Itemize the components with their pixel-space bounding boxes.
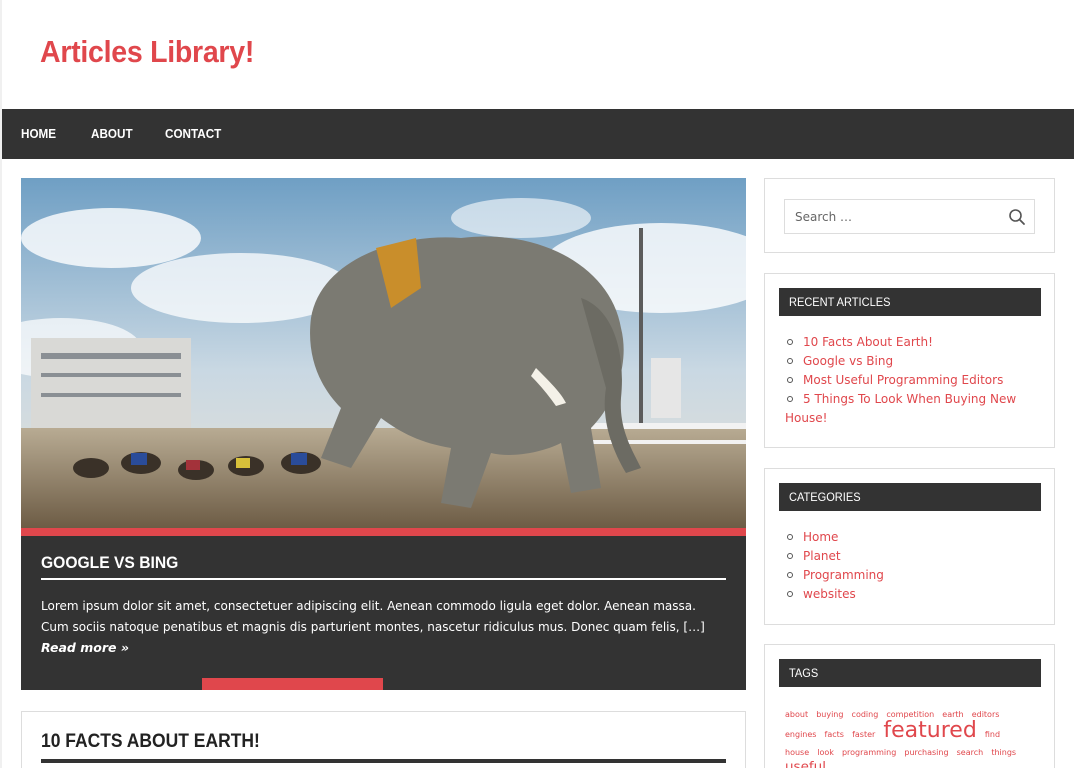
page: Articles Library! HOME ABOUT CONTACT GOO… xyxy=(2,0,1074,768)
recent-article-link[interactable]: 10 Facts About Earth! xyxy=(803,335,933,349)
recent-articles-title: RECENT ARTICLES xyxy=(789,295,891,309)
categories-title: CATEGORIES xyxy=(789,490,861,504)
nav-about[interactable]: ABOUT xyxy=(91,126,133,141)
tag-link[interactable]: engines xyxy=(785,731,816,739)
recent-article-link[interactable]: Google vs Bing xyxy=(803,354,893,368)
post-card: 10 FACTS ABOUT EARTH! xyxy=(21,711,746,768)
site-header: Articles Library! xyxy=(2,0,1074,109)
tags-widget: TAGS about buying coding competition ear… xyxy=(764,644,1055,768)
list-item: 5 Things To Look When Buying New House! xyxy=(785,390,1035,428)
tag-link[interactable]: things xyxy=(991,749,1016,757)
tag-link[interactable]: featured xyxy=(883,720,976,742)
tag-link[interactable]: useful xyxy=(785,760,826,768)
list-item: Programming xyxy=(785,566,1035,585)
tag-link[interactable]: coding xyxy=(852,711,879,719)
tags-heading: TAGS xyxy=(779,659,1041,687)
featured-title[interactable]: GOOGLE VS BING xyxy=(41,553,178,573)
post-title[interactable]: 10 FACTS ABOUT EARTH! xyxy=(41,731,260,753)
categories-widget: CATEGORIES Home Planet Programming websi… xyxy=(764,468,1055,625)
main-navigation: HOME ABOUT CONTACT xyxy=(2,109,1074,159)
recent-articles-heading: RECENT ARTICLES xyxy=(779,288,1041,316)
read-more-link[interactable]: Read more » xyxy=(41,640,129,655)
featured-accent-bar xyxy=(21,528,746,536)
nav-contact[interactable]: CONTACT xyxy=(165,126,221,141)
recent-articles-list: 10 Facts About Earth! Google vs Bing Mos… xyxy=(785,333,1035,428)
site-title[interactable]: Articles Library! xyxy=(40,34,254,70)
tag-link[interactable]: about xyxy=(785,711,808,719)
tags-title: TAGS xyxy=(789,666,819,680)
tag-link[interactable]: search xyxy=(957,749,984,757)
category-link[interactable]: Home xyxy=(803,530,838,544)
recent-article-link[interactable]: 5 Things To Look When Buying New House! xyxy=(785,392,1016,425)
tag-link[interactable]: buying xyxy=(816,711,843,719)
list-item: Google vs Bing xyxy=(785,352,1035,371)
list-item: 10 Facts About Earth! xyxy=(785,333,1035,352)
tag-link[interactable]: look xyxy=(817,749,834,757)
featured-caption: GOOGLE VS BING Lorem ipsum dolor sit ame… xyxy=(21,536,746,690)
nav-home[interactable]: HOME xyxy=(21,126,56,141)
tag-link[interactable]: programming xyxy=(842,749,896,757)
category-link[interactable]: Planet xyxy=(803,549,841,563)
list-item: Planet xyxy=(785,547,1035,566)
category-link[interactable]: websites xyxy=(803,587,856,601)
tag-link[interactable]: purchasing xyxy=(904,749,948,757)
slider-indicator[interactable] xyxy=(202,678,383,690)
post-title-rule xyxy=(41,759,726,763)
featured-slider: GOOGLE VS BING Lorem ipsum dolor sit ame… xyxy=(21,178,746,690)
featured-excerpt: Lorem ipsum dolor sit amet, consectetuer… xyxy=(41,599,705,634)
featured-title-rule xyxy=(41,578,726,580)
search-input[interactable] xyxy=(785,200,1005,233)
tag-link[interactable]: faster xyxy=(852,731,875,739)
featured-image[interactable] xyxy=(21,178,746,528)
recent-article-link[interactable]: Most Useful Programming Editors xyxy=(803,373,1003,387)
categories-list: Home Planet Programming websites xyxy=(785,528,1035,604)
tag-link[interactable]: facts xyxy=(825,731,844,739)
search-widget xyxy=(764,178,1055,253)
list-item: websites xyxy=(785,585,1035,604)
tag-cloud: about buying coding competition earth ed… xyxy=(785,704,1030,768)
tag-link[interactable]: house xyxy=(785,749,809,757)
recent-articles-widget: RECENT ARTICLES 10 Facts About Earth! Go… xyxy=(764,273,1055,448)
list-item: Home xyxy=(785,528,1035,547)
category-link[interactable]: Programming xyxy=(803,568,884,582)
search-icon[interactable] xyxy=(1008,208,1026,226)
search-form xyxy=(784,199,1035,234)
categories-heading: CATEGORIES xyxy=(779,483,1041,511)
tag-link[interactable]: find xyxy=(985,731,1000,739)
list-item: Most Useful Programming Editors xyxy=(785,371,1035,390)
